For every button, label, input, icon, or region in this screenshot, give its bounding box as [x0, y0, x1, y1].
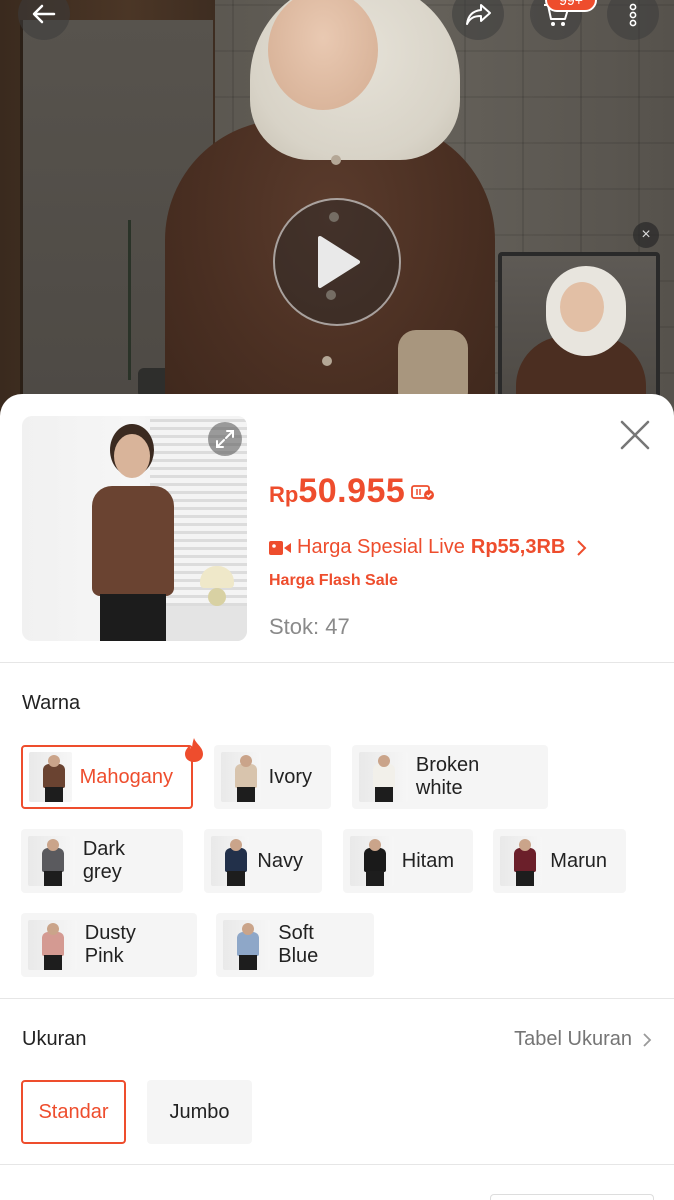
color-option-label: Marun	[550, 849, 607, 872]
color-swatch-image	[211, 836, 250, 886]
more-vertical-icon	[629, 3, 637, 27]
close-icon	[620, 420, 650, 450]
product-price: Rp 50.955	[269, 472, 435, 511]
live-price-label: Harga Spesial Live	[297, 536, 465, 558]
variant-selection-sheet: Rp 50.955 Harga Spesial Live Rp55,3RB Ha…	[0, 394, 674, 1200]
color-option-label: Dark grey	[82, 838, 126, 883]
video-camera-icon	[269, 540, 291, 555]
flash-sale-label: Harga Flash Sale	[269, 572, 398, 589]
color-option-label: Mahogany	[79, 765, 173, 788]
cart-badge: 99+	[545, 0, 597, 12]
color-option-label: Soft Blue	[278, 922, 319, 967]
stock-count: Stok: 47	[269, 614, 350, 639]
color-swatch-image	[28, 920, 77, 970]
close-mini-video-button[interactable]: ×	[633, 222, 659, 248]
price-currency: Rp	[269, 482, 299, 507]
color-option-label: Ivory	[268, 765, 312, 788]
size-chart-link[interactable]: Tabel Ukuran	[514, 1028, 652, 1051]
color-option-label: Hitam	[401, 849, 454, 872]
chevron-right-icon	[643, 1032, 652, 1047]
color-swatch-image	[359, 752, 408, 802]
color-option-soft-blue[interactable]: Soft Blue	[216, 913, 374, 977]
quantity-stepper[interactable]	[490, 1194, 654, 1200]
live-price-value: Rp55,3RB	[470, 536, 566, 558]
color-option-dark-grey[interactable]: Dark grey	[21, 829, 183, 893]
color-swatch-image	[500, 836, 543, 886]
color-option-label: Dusty Pink	[84, 922, 136, 967]
color-swatch-image	[28, 836, 75, 886]
color-option-broken-white[interactable]: Broken white	[352, 745, 548, 809]
fire-icon	[185, 738, 203, 762]
expand-image-button[interactable]	[208, 422, 242, 456]
play-icon	[318, 236, 360, 288]
color-option-mahogany[interactable]: Mahogany	[21, 738, 203, 809]
close-sheet-button[interactable]	[616, 416, 654, 454]
color-section-title: Warna	[22, 692, 81, 714]
color-option-navy[interactable]: Navy	[204, 829, 322, 893]
divider	[0, 998, 674, 999]
color-option-dusty-pink[interactable]: Dusty Pink	[21, 913, 197, 977]
divider	[0, 1164, 674, 1165]
chevron-right-icon	[577, 539, 587, 556]
color-option-ivory[interactable]: Ivory	[214, 745, 331, 809]
voucher-icon	[411, 484, 435, 500]
expand-icon	[216, 430, 234, 448]
play-video-button[interactable]	[273, 198, 401, 326]
size-section-title: Ukuran	[22, 1028, 87, 1050]
color-swatch-image	[223, 920, 271, 970]
divider	[0, 662, 674, 663]
selected-product-image[interactable]	[22, 416, 247, 641]
color-option-label: Navy	[257, 849, 303, 872]
color-option-marun[interactable]: Marun	[493, 829, 626, 893]
size-option-jumbo[interactable]: Jumbo	[147, 1080, 252, 1144]
color-swatch-image	[221, 752, 261, 802]
size-option-standar[interactable]: Standar	[21, 1080, 126, 1144]
color-swatch-image	[350, 836, 394, 886]
color-option-hitam[interactable]: Hitam	[343, 829, 473, 893]
live-price-link[interactable]: Harga Spesial Live Rp55,3RB	[269, 536, 587, 559]
color-option-label: Broken white	[415, 754, 480, 799]
share-icon	[466, 4, 491, 25]
color-swatch-image	[29, 752, 72, 802]
arrow-left-icon	[32, 4, 56, 24]
price-amount: 50.955	[298, 472, 406, 510]
